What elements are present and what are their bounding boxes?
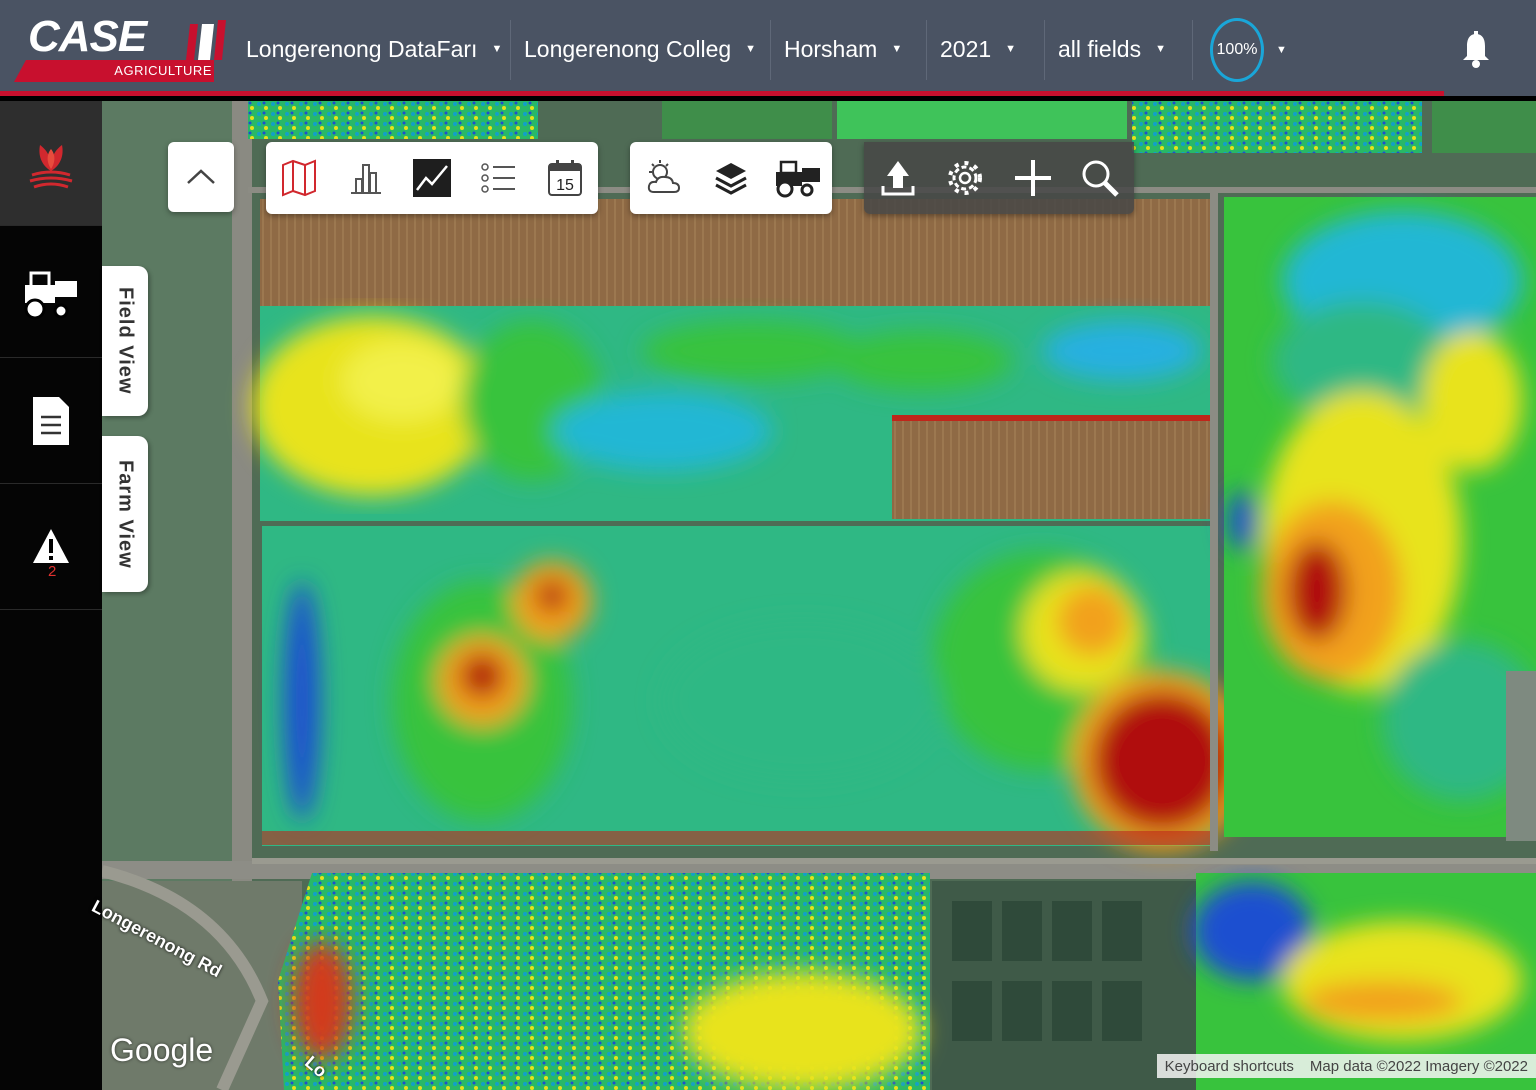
calendar-icon: 15 — [547, 160, 582, 196]
machines-button[interactable] — [766, 146, 830, 210]
map-view-button[interactable] — [267, 146, 331, 210]
fields-label: all fields — [1058, 35, 1142, 62]
map-attribution: Keyboard shortcuts Map data ©2022 Imager… — [1156, 1054, 1536, 1078]
top-bar: CASE AGRICULTURE Longerenong DataFarı ▼ L… — [0, 0, 1536, 96]
alert-count-badge: 2 — [48, 563, 57, 580]
caret-down-icon[interactable]: ▼ — [1276, 44, 1287, 56]
bell-icon[interactable] — [1458, 30, 1494, 70]
tab-farm-view-label: Farm View — [114, 459, 137, 569]
left-sidebar: 2 — [0, 101, 102, 1090]
field-map[interactable] — [102, 101, 1536, 1090]
line-chart-button[interactable] — [400, 146, 464, 210]
chevron-up-icon — [187, 169, 215, 184]
crop-leaf-icon — [29, 145, 73, 189]
organization-label: Longerenong Colleg — [524, 35, 732, 62]
caret-down-icon: ▼ — [891, 43, 903, 55]
layers-button[interactable] — [699, 146, 763, 210]
google-logo: Google — [110, 1032, 214, 1068]
tab-field-view[interactable]: Field View — [102, 266, 148, 416]
farm-selector-label: Longerenong DataFarı — [246, 35, 478, 62]
tab-farm-view[interactable]: Farm View — [102, 436, 148, 592]
ih-mark-icon — [186, 20, 226, 60]
map-icon — [282, 159, 317, 197]
harvester-icon — [24, 271, 77, 320]
search-icon — [1082, 160, 1120, 197]
weather-button[interactable] — [632, 146, 696, 210]
logo-wordmark: CASE — [28, 12, 147, 61]
settings-button[interactable] — [933, 146, 997, 210]
sidebar-item-alerts[interactable]: 2 — [0, 485, 102, 610]
calendar-day: 15 — [556, 177, 574, 194]
sidebar-item-crops[interactable] — [0, 101, 102, 226]
data-toolbar — [630, 142, 832, 214]
keyboard-shortcuts-link[interactable]: Keyboard shortcuts — [1157, 1058, 1302, 1075]
bar-chart-button[interactable] — [334, 146, 398, 210]
caret-down-icon: ▼ — [745, 43, 757, 55]
year-label: 2021 — [940, 35, 992, 62]
warning-icon — [33, 529, 69, 563]
calendar-button[interactable]: 15 — [533, 146, 597, 210]
layers-icon — [715, 163, 747, 195]
list-button[interactable] — [466, 146, 530, 210]
upload-button[interactable] — [866, 146, 930, 210]
upload-icon — [881, 161, 915, 196]
collapse-toolbar-button[interactable] — [168, 142, 234, 212]
divider — [926, 20, 927, 80]
add-button[interactable] — [1001, 146, 1065, 210]
map-data-text: Map data ©2022 Imagery ©2022 — [1309, 1057, 1528, 1075]
year-dropdown[interactable]: 2021 ▼ — [940, 22, 1016, 76]
bar-chart-icon — [350, 164, 381, 194]
yield-heatmap — [102, 101, 1536, 1090]
caret-down-icon: ▼ — [491, 43, 503, 55]
document-icon — [33, 397, 69, 445]
tab-field-view-label: Field View — [114, 287, 137, 395]
harvester-icon — [776, 160, 821, 198]
logo-subtitle: AGRICULTURE — [114, 63, 212, 78]
line-chart-icon — [412, 159, 451, 197]
zoom-level-value: 100% — [1216, 41, 1258, 58]
divider — [1192, 20, 1193, 80]
sidebar-item-machines[interactable] — [0, 233, 102, 358]
map-tools-toolbar — [864, 142, 1134, 214]
plus-icon — [1014, 160, 1051, 196]
weather-icon — [647, 160, 680, 193]
divider — [770, 20, 771, 80]
case-ih-logo[interactable]: CASE AGRICULTURE — [14, 10, 226, 82]
location-label: Horsham — [784, 35, 878, 62]
gear-icon — [948, 161, 983, 195]
divider — [1044, 20, 1045, 80]
divider — [510, 20, 511, 80]
farm-selector-dropdown[interactable]: Longerenong DataFarı ▼ — [246, 22, 502, 76]
organization-dropdown[interactable]: Longerenong Colleg ▼ — [524, 22, 756, 76]
fields-dropdown[interactable]: all fields ▼ — [1058, 22, 1166, 76]
caret-down-icon: ▼ — [1005, 43, 1017, 55]
zoom-level-button[interactable]: 100% — [1210, 18, 1264, 82]
list-icon — [481, 163, 516, 193]
search-button[interactable] — [1068, 146, 1132, 210]
sidebar-item-documents[interactable] — [0, 359, 102, 484]
caret-down-icon: ▼ — [1155, 43, 1166, 55]
view-toolbar: 15 — [266, 142, 598, 214]
location-dropdown[interactable]: Horsham ▼ — [784, 22, 902, 76]
